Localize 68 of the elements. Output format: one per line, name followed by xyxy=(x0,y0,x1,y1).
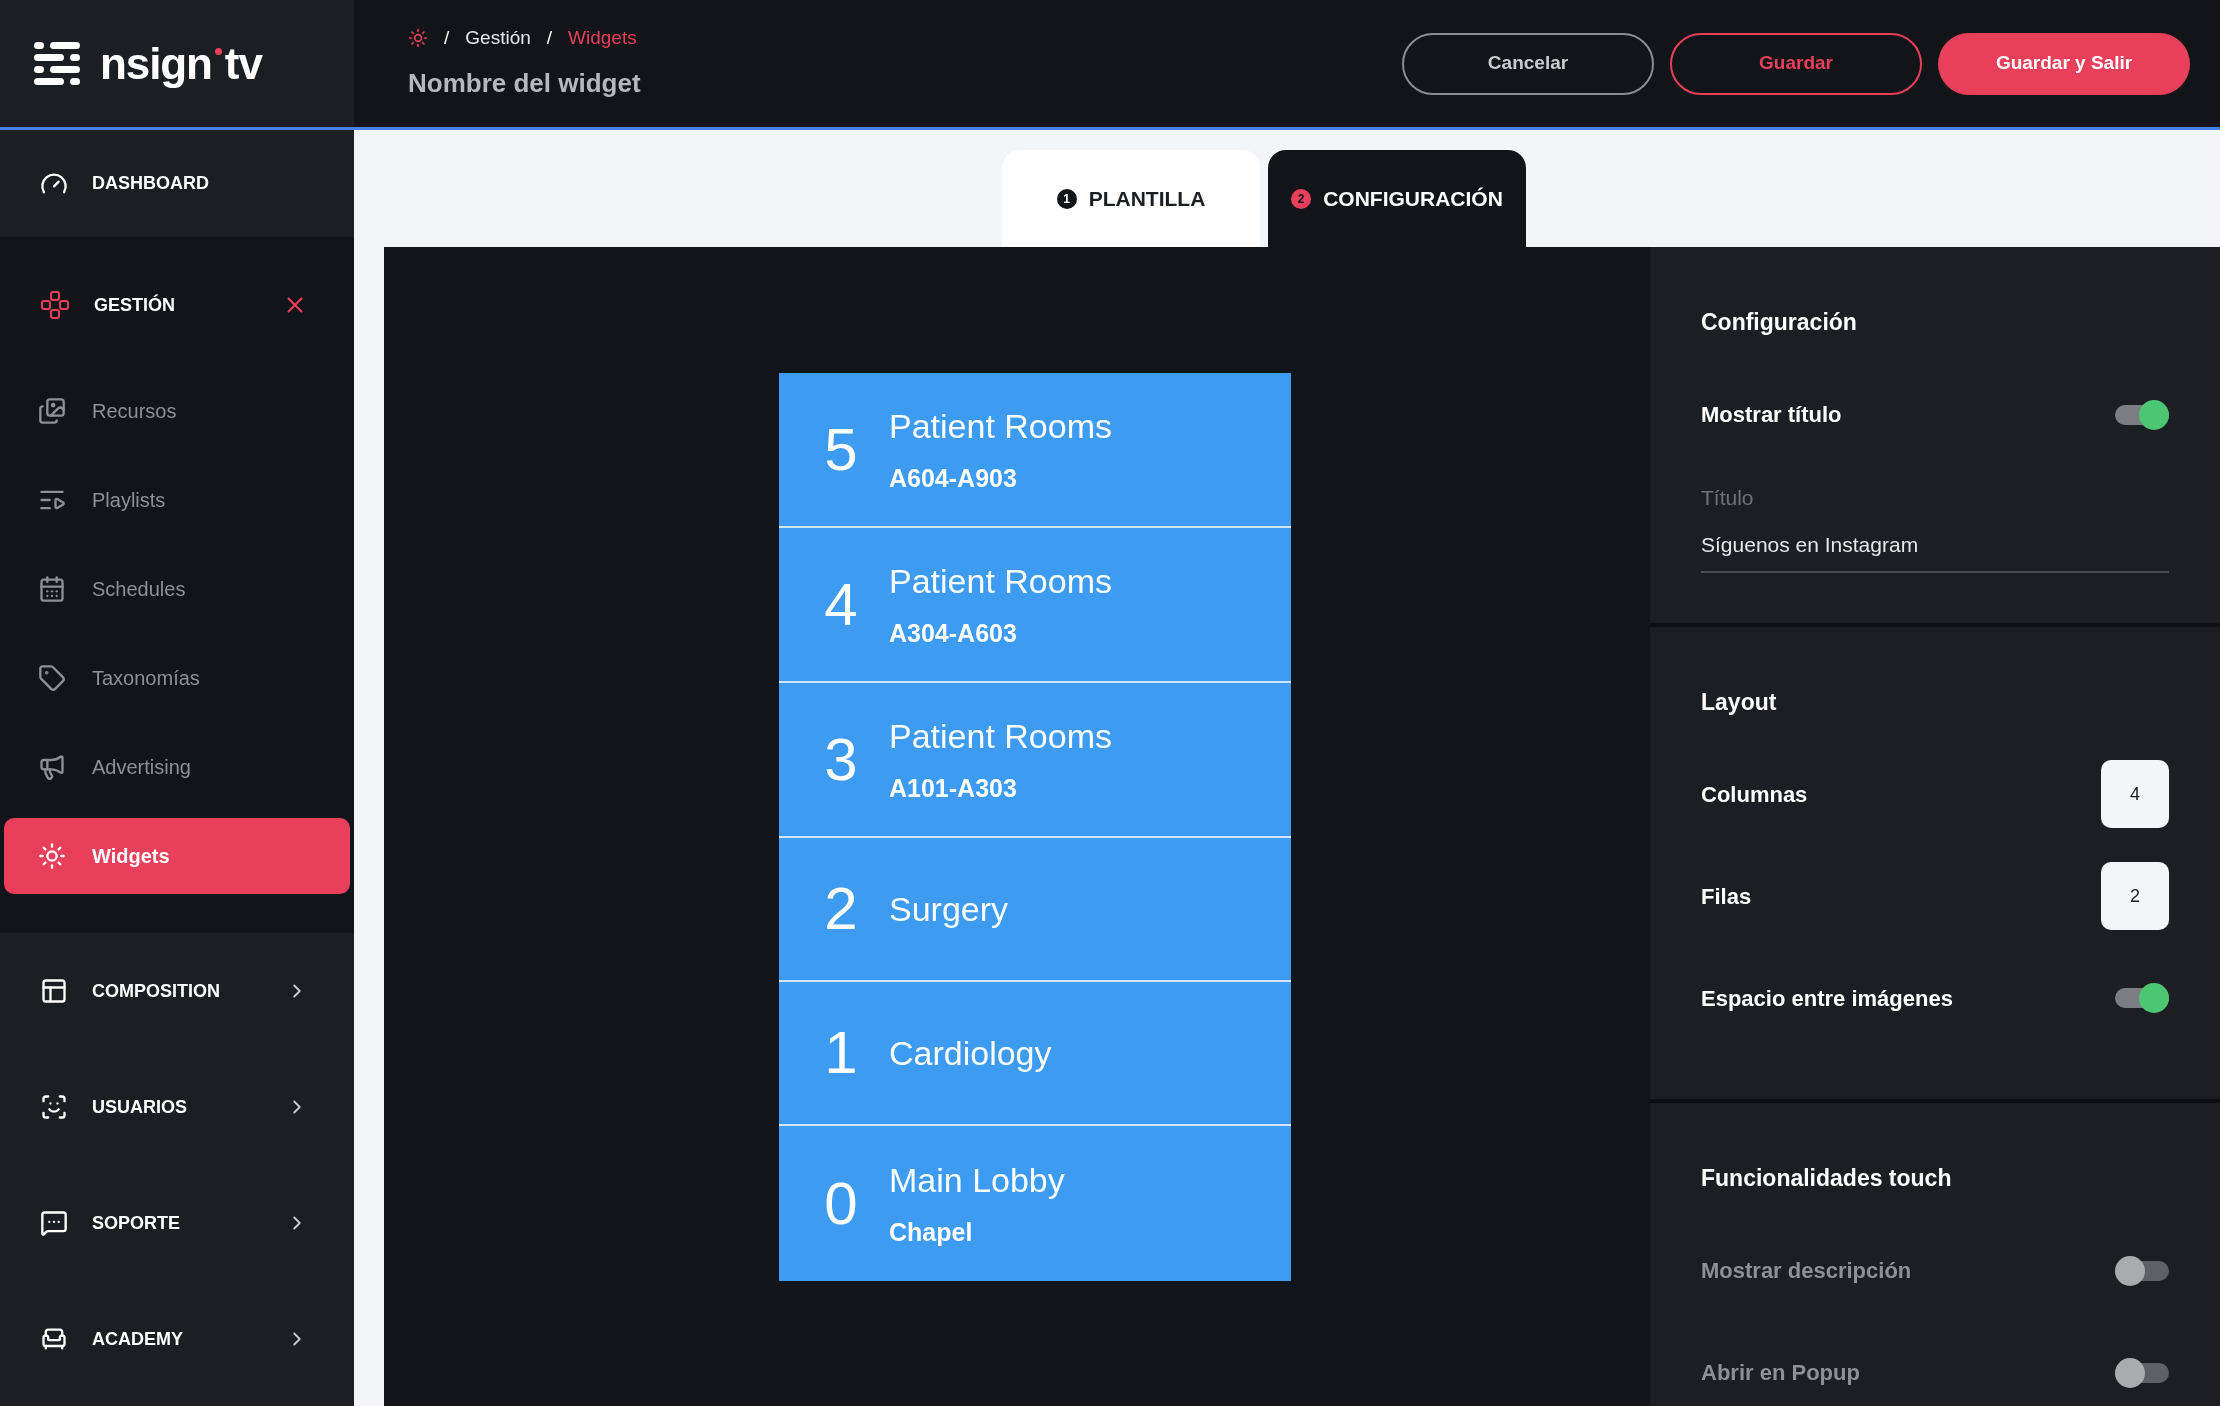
sidebar-link[interactable]: DASHBOARD xyxy=(0,130,354,237)
header-button[interactable]: Cancelar xyxy=(1402,32,1654,95)
user-icon xyxy=(40,1093,68,1121)
breadcrumb-link[interactable]: Widgets xyxy=(568,23,637,53)
step-number-badge: 2 xyxy=(1291,188,1312,209)
sidebar-item[interactable]: Taxonomías xyxy=(4,640,350,716)
sidebar-item[interactable]: Advertising xyxy=(4,729,350,805)
breadcrumb-separator: / xyxy=(546,25,553,50)
directory-subtitle: Chapel xyxy=(889,1217,974,1249)
sidebar-group-header[interactable]: USUARIOS xyxy=(0,1049,354,1165)
megaphone-icon xyxy=(38,753,66,781)
step-tab[interactable]: 2 CONFIGURACIÓN xyxy=(1268,150,1526,247)
images-icon xyxy=(38,397,66,425)
sun-icon xyxy=(38,842,66,870)
toggle-switch[interactable] xyxy=(2115,399,2169,430)
step-number-badge: 1 xyxy=(1056,188,1077,209)
chat-icon xyxy=(40,1209,68,1237)
setting-label: Filas xyxy=(1701,882,1752,911)
sidebar-group-header[interactable]: COMPOSITION xyxy=(0,933,354,1049)
setting-label: Columnas xyxy=(1701,780,1808,809)
floor-number: 4 xyxy=(823,569,859,640)
sidebar-item[interactable]: Schedules xyxy=(4,551,350,627)
title-field[interactable]: Título Síguenos en Instagram xyxy=(1701,481,2169,573)
directory-title: Cardiology xyxy=(889,1032,1052,1074)
header-button[interactable]: Guardar y Salir xyxy=(1938,32,2190,95)
section-title: Configuración xyxy=(1701,308,1858,337)
sidebar-item[interactable]: Recursos xyxy=(4,373,350,449)
sidebar-group-header[interactable]: ACADEMY xyxy=(0,1281,354,1397)
directory-title: Main Lobby xyxy=(889,1160,1065,1202)
number-input[interactable]: 2 xyxy=(2101,862,2169,930)
directory-title: Patient Rooms xyxy=(889,716,1112,758)
section-title: Funcionalidades touch xyxy=(1701,1164,1953,1193)
section-title: Layout xyxy=(1701,687,1778,717)
directory-subtitle: A304-A603 xyxy=(889,618,1018,650)
directory-subtitle: A604-A903 xyxy=(889,463,1018,495)
setting-label: Mostrar título xyxy=(1701,401,1842,429)
breadcrumb-link[interactable]: Gestión xyxy=(465,23,531,53)
floor-number: 2 xyxy=(823,874,859,944)
setting-label: Abrir en Popup xyxy=(1701,1359,1860,1387)
floor-number: 3 xyxy=(823,724,859,795)
floor-number: 5 xyxy=(823,414,859,485)
setting-label: Mostrar descripción xyxy=(1701,1257,1912,1285)
page-title: Nombre del widget xyxy=(408,67,641,101)
sidebar-group-header[interactable]: GESTIÓN xyxy=(0,237,354,373)
floor-number: 0 xyxy=(823,1168,859,1239)
directory-title: Patient Rooms xyxy=(889,561,1112,603)
logo-icon xyxy=(34,40,80,87)
header-button[interactable]: Guardar xyxy=(1670,32,1922,95)
toggle-switch[interactable] xyxy=(2115,1255,2169,1286)
sidebar-group-header[interactable]: SOPORTE xyxy=(0,1165,354,1281)
layout-icon xyxy=(40,977,68,1005)
step-tab[interactable]: 1 PLANTILLA xyxy=(1002,150,1260,247)
logo-wordmark: nsign tv xyxy=(100,41,262,86)
nodes-icon xyxy=(40,290,70,320)
directory-subtitle: A101-A303 xyxy=(889,773,1018,805)
sidebar-item[interactable]: Widgets xyxy=(4,818,350,894)
directory-title: Patient Rooms xyxy=(889,406,1112,448)
toggle-switch[interactable] xyxy=(2115,983,2169,1013)
floor-number: 1 xyxy=(823,1018,859,1088)
breadcrumb-separator: / xyxy=(444,25,450,50)
sun-icon xyxy=(408,28,428,48)
sidebar-item[interactable]: Playlists xyxy=(4,462,350,538)
setting-label: Espacio entre imágenes xyxy=(1701,984,1953,1013)
tag-icon xyxy=(38,664,66,692)
directory-title: Surgery xyxy=(889,888,1009,930)
calendar-icon xyxy=(38,575,66,603)
toggle-switch[interactable] xyxy=(2115,1357,2169,1388)
number-input[interactable]: 4 xyxy=(2101,760,2169,828)
